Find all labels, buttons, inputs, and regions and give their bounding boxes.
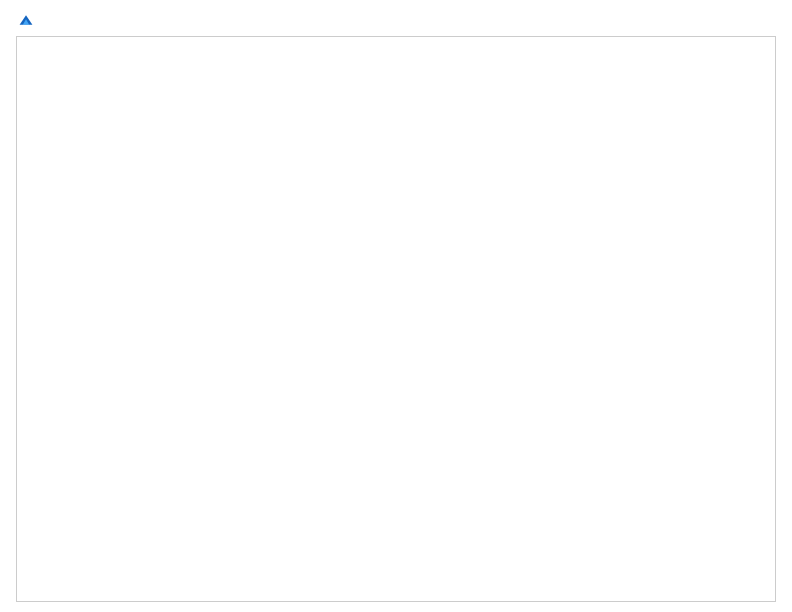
calendar bbox=[16, 36, 776, 602]
header bbox=[16, 12, 776, 28]
calendar-body bbox=[17, 37, 775, 601]
logo-text bbox=[16, 12, 34, 28]
page bbox=[0, 0, 792, 612]
logo-icon bbox=[18, 12, 34, 28]
logo bbox=[16, 12, 34, 28]
